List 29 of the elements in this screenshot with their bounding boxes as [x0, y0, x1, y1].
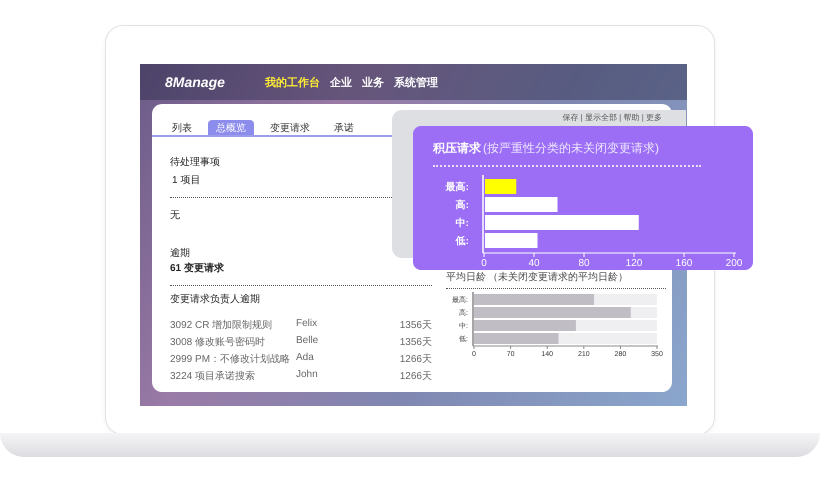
pending-count: 1 项目	[172, 174, 202, 187]
section-title: 逾期	[170, 246, 191, 260]
owner-name: Ada	[296, 352, 315, 365]
owner-name: Felix	[296, 318, 318, 331]
chart-title: 积压请求	[433, 140, 481, 157]
overdue-count: 61 变更请求	[170, 261, 225, 275]
section-title: 待处理事项	[170, 156, 221, 169]
logo: 8Manage	[165, 74, 226, 90]
tick-label: 200	[726, 258, 742, 267]
tick-label: 120	[626, 258, 642, 267]
chart-subtitle: （未关闭变更请求的平均日龄）	[488, 270, 628, 284]
axis-label: 最高:	[446, 182, 469, 193]
axis-label: 低:	[456, 236, 469, 247]
overdue-days: 1266天	[356, 352, 432, 366]
chart-title: 平均日龄	[446, 270, 486, 284]
tick-label: 80	[578, 258, 590, 267]
axis-label: 中:	[456, 218, 469, 229]
tick-label: 0	[481, 258, 487, 267]
axis-label: 高:	[456, 200, 469, 211]
owner-name: John	[296, 369, 319, 382]
tick-label: 160	[676, 258, 692, 267]
owner-name: Belle	[296, 335, 320, 348]
overdue-days: 1356天	[356, 335, 432, 349]
tick-label: 40	[528, 258, 540, 267]
note-text: 无	[170, 209, 181, 222]
overdue-days: 1356天	[356, 318, 432, 332]
section-title: 变更请求负责人逾期	[170, 292, 261, 306]
overdue-days: 1266天	[356, 369, 432, 383]
chart-subtitle: (按严重性分类的未关闭变更请求)	[483, 140, 659, 157]
